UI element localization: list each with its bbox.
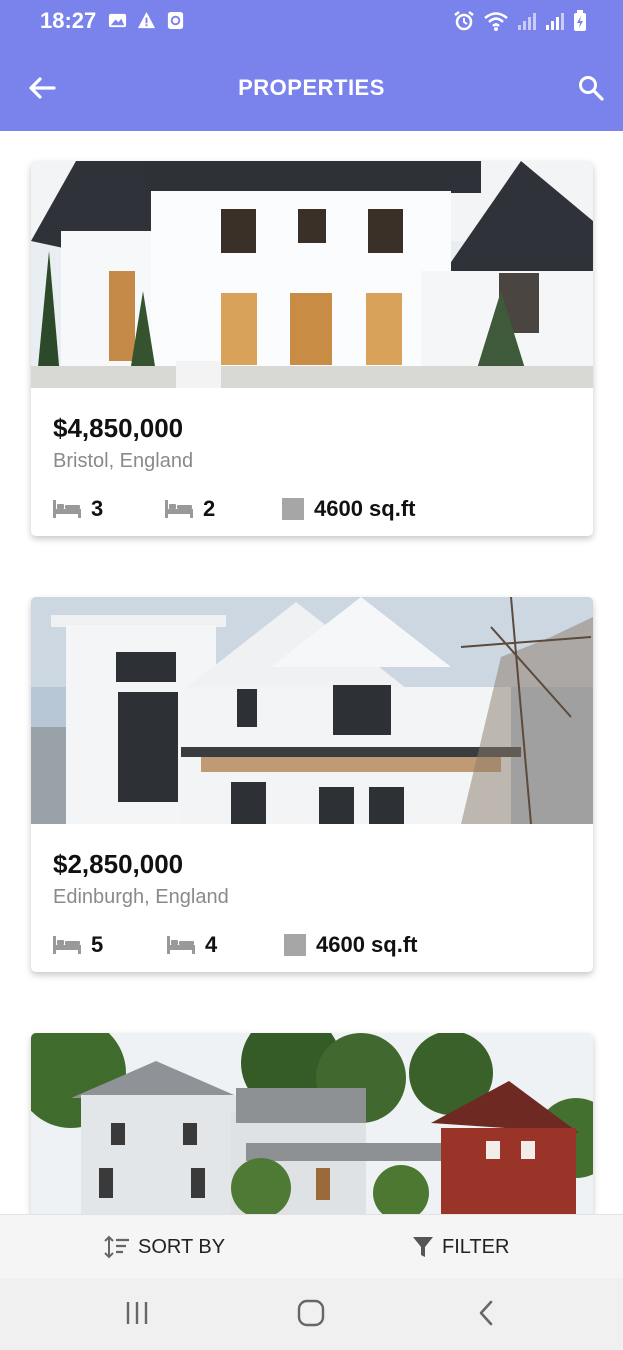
signal-icon — [518, 13, 536, 30]
wifi-icon — [484, 12, 508, 31]
bathrooms: 4 — [167, 932, 284, 958]
property-price: $2,850,000 — [53, 849, 184, 879]
bed-icon — [53, 500, 81, 518]
property-card[interactable]: $2,850,000 Edinburgh, England 5 4 4600 s… — [31, 597, 593, 972]
area-value: 4600 sq.ft — [314, 496, 416, 521]
property-features: 3 2 4600 sq.ft — [53, 495, 571, 523]
battery-icon — [574, 10, 586, 31]
bottom-action-bar: SORT BY FILTER — [0, 1214, 623, 1278]
recent-apps-icon[interactable] — [122, 1298, 152, 1328]
system-navigation-bar — [0, 1278, 623, 1350]
warning-icon — [137, 11, 156, 29]
status-bar: 18:27 — [0, 0, 623, 44]
sort-icon — [104, 1235, 129, 1259]
area: 4600 sq.ft — [284, 932, 418, 958]
filter-icon — [413, 1237, 433, 1257]
property-card[interactable]: $4,850,000 Bristol, England 3 2 4600 sq.… — [31, 161, 593, 536]
property-card[interactable] — [31, 1033, 593, 1215]
area: 4600 sq.ft — [282, 496, 416, 522]
page-title: PROPERTIES — [238, 75, 385, 100]
app-header: 18:27 PROPERTIES — [0, 0, 623, 131]
filter-label: FILTER — [442, 1235, 510, 1258]
gallery-icon — [108, 13, 127, 28]
search-icon[interactable] — [577, 74, 605, 102]
bedrooms: 3 — [53, 496, 165, 522]
bathrooms: 2 — [165, 496, 282, 522]
property-features: 5 4 4600 sq.ft — [53, 931, 571, 959]
home-icon[interactable] — [296, 1298, 326, 1328]
filter-button[interactable]: FILTER — [412, 1235, 509, 1259]
property-location: Edinburgh, England — [53, 886, 229, 908]
area-icon — [282, 498, 304, 520]
back-icon[interactable] — [472, 1298, 502, 1328]
sort-label: SORT BY — [138, 1235, 226, 1258]
status-notification-icons — [108, 11, 185, 30]
status-time: 18:27 — [40, 8, 97, 33]
bedrooms-count: 5 — [91, 932, 104, 957]
status-system-icons — [453, 10, 587, 32]
property-location: Bristol, England — [53, 450, 194, 472]
app-notification-icon — [167, 11, 184, 30]
area-value: 4600 sq.ft — [316, 932, 418, 957]
bathrooms-count: 4 — [205, 932, 218, 957]
alarm-icon — [454, 11, 474, 31]
bedrooms-count: 3 — [91, 496, 104, 521]
bathrooms-count: 2 — [203, 496, 216, 521]
signal-icon-2 — [546, 13, 564, 30]
bed-icon — [165, 500, 193, 518]
sort-button[interactable]: SORT BY — [104, 1235, 225, 1259]
bedrooms: 5 — [53, 932, 167, 958]
property-photo — [31, 597, 593, 824]
property-photo — [31, 161, 593, 388]
area-icon — [284, 934, 306, 956]
property-photo — [31, 1033, 593, 1215]
bed-icon — [167, 936, 195, 954]
bed-icon — [53, 936, 81, 954]
property-price: $4,850,000 — [53, 413, 184, 443]
